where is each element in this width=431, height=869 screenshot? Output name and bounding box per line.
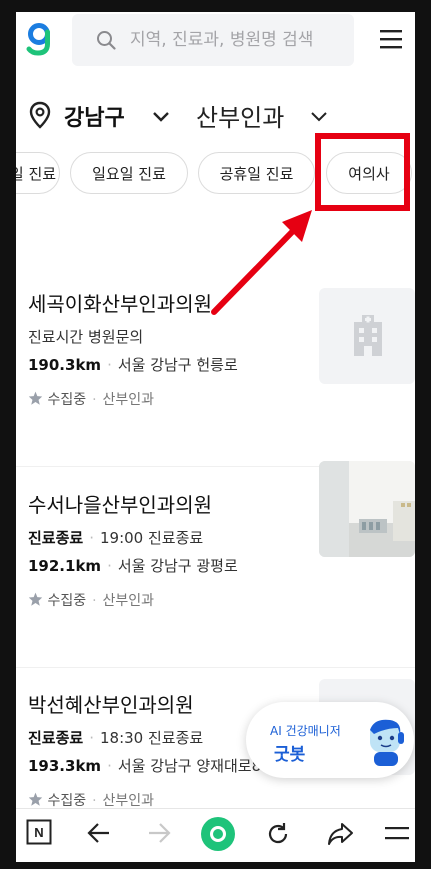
annotation-arrow [211,210,312,315]
browser-bottom-bar: N [16,808,415,862]
refresh-icon[interactable] [264,820,292,852]
home-icon[interactable] [200,816,236,856]
share-icon[interactable] [326,821,354,851]
naver-icon[interactable]: N [26,819,52,849]
hospital-list-item[interactable]: 수서나을산부인과의원 진료종료 · 19:00 진료종료 192.1km · 서울 강남… [16,461,415,649]
hospital-distance: 193.3km [28,757,102,775]
star-icon [28,792,43,809]
hospital-category: 산부인과 [102,793,155,809]
separator-dot: · [89,729,94,747]
forward-icon[interactable] [146,821,172,849]
hospital-category: 산부인과 [102,392,155,408]
svg-text:N: N [34,825,43,840]
star-icon [28,391,43,408]
device-frame-left [0,0,16,869]
hospital-category: 산부인과 [102,593,155,609]
hospital-distance: 190.3km [28,356,102,374]
device-frame-right [415,0,431,869]
hospital-address: 서울 강남구 양재대로8 [117,757,262,775]
device-frame-bottom [0,862,431,869]
ai-assistant-subtitle: AI 건강매니저 [270,724,341,738]
hospital-hours: 19:00 진료종료 [99,529,204,547]
hospital-address: 서울 강남구 헌릉로 [117,356,238,374]
hospital-rating: 수집중 [47,593,87,609]
separator-dot: · [107,557,112,575]
hospital-rating: 수집중 [47,793,87,809]
separator-dot: · [92,593,97,609]
ai-assistant-title: 굿봇 [274,745,306,765]
screen: 강남구 산부인과 일 진료 일요일 진료 공휴일 진료 여의사 세곡이화산부인과… [16,12,415,862]
assistant-avatar-icon [362,716,410,772]
hospital-name[interactable]: 박선혜산부인과의원 [28,689,194,718]
ai-assistant-button[interactable]: AI 건강매니저 굿봇 [246,702,414,778]
star-icon [28,592,43,609]
hospital-status: 진료종료 [28,529,84,547]
hospital-rating: 수집중 [47,392,87,408]
hospital-hours: 18:30 진료종료 [99,729,204,747]
hospital-name[interactable]: 수서나을산부인과의원 [28,489,212,518]
separator-dot: · [89,529,94,547]
back-icon[interactable] [86,821,112,849]
hospital-distance: 192.1km [28,557,102,575]
hospital-photo[interactable] [319,461,415,557]
divider [16,667,415,668]
separator-dot: · [92,793,97,809]
hospital-status: 진료종료 [28,729,84,747]
hospital-address: 서울 강남구 광평로 [117,557,238,575]
separator-dot: · [107,757,112,775]
tabs-menu-icon[interactable] [384,825,410,847]
device-frame-top [0,0,431,12]
separator-dot: · [107,356,112,374]
hospital-building-icon [319,315,415,384]
separator-dot: · [92,392,97,408]
